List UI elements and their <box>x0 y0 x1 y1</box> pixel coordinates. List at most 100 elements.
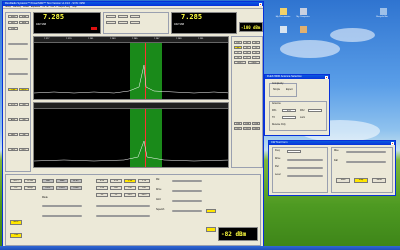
fall-slider[interactable] <box>346 161 386 163</box>
menu-cwx[interactable]: CW X <box>50 6 56 8</box>
drive-level-slider[interactable] <box>172 190 202 192</box>
sr-button[interactable]: SR <box>19 133 29 136</box>
dx-button[interactable]: DX <box>10 186 22 190</box>
filter-250-button[interactable]: 250 <box>124 186 136 190</box>
band-10-button[interactable]: 10 <box>234 56 242 59</box>
agc-slider[interactable] <box>8 58 28 60</box>
menu-memory[interactable]: Memory <box>13 6 21 8</box>
filter-50-button[interactable]: 50 <box>96 193 108 197</box>
recycle-bin-icon[interactable] <box>380 8 387 15</box>
band-160-button[interactable]: 160 <box>234 41 242 44</box>
band-60-button[interactable]: 60 <box>252 41 260 44</box>
mode-cwl-button[interactable]: CWL <box>234 127 242 130</box>
play-button[interactable]: Play <box>8 27 18 30</box>
menu-equalizer[interactable]: Equalizer <box>31 6 41 8</box>
vox-button[interactable]: VOX <box>8 103 18 106</box>
mox-button[interactable]: MOX <box>19 88 29 91</box>
mode-digl-button[interactable]: DIGL <box>42 186 54 190</box>
mut-button[interactable]: MUT <box>19 148 29 151</box>
band-30-button[interactable]: 30 <box>243 46 251 49</box>
nr-button[interactable]: NR <box>19 103 29 106</box>
sleep-button[interactable]: Sleep <box>24 186 36 190</box>
mode-sam-button[interactable]: SAM <box>56 179 68 183</box>
band-40-button[interactable]: 40 <box>234 46 242 49</box>
powersdr-icon[interactable] <box>300 26 307 33</box>
cw-send-button[interactable]: Send <box>372 178 386 183</box>
freq-input[interactable] <box>287 150 301 153</box>
menu-report-bug[interactable]: Report Bug <box>58 6 70 8</box>
mode-fmn-button[interactable]: FMN <box>252 127 260 130</box>
stop-button[interactable]: Stop <box>19 15 29 18</box>
cw-level-slider[interactable] <box>287 175 323 177</box>
band-17-button[interactable]: 17 <box>234 51 242 54</box>
mode-cwu-button[interactable]: CWU <box>243 127 251 130</box>
close-icon[interactable] <box>259 2 262 6</box>
mic-slider[interactable] <box>42 205 82 207</box>
filter-2k6-button[interactable]: 2.6k <box>124 179 136 183</box>
band-6-button[interactable]: 6 <box>243 56 251 59</box>
cw-start-button[interactable]: Start <box>336 178 350 183</box>
split-button[interactable]: SPLT <box>10 179 22 183</box>
anf-button[interactable]: ANF <box>8 118 18 121</box>
mox-bottom-button[interactable]: MOX <box>10 220 22 225</box>
nb2-button[interactable]: NB2 <box>8 133 18 136</box>
band-2-button[interactable]: 2 <box>252 56 260 59</box>
mode-spec-button[interactable]: SPEC <box>70 179 82 183</box>
menu-setup[interactable]: Setup <box>5 6 11 8</box>
menu-xvtr[interactable]: XVTR <box>42 6 48 8</box>
filter-shift-slider[interactable] <box>96 215 150 217</box>
band-20-button[interactable]: 20 <box>252 46 260 49</box>
mode-am-button[interactable]: AM <box>42 179 54 183</box>
squelch-slider[interactable] <box>172 210 202 212</box>
rx1-antenna-select[interactable]: RX1 <box>282 109 296 112</box>
mode-usb-button[interactable]: USB <box>243 122 251 125</box>
af-slider[interactable] <box>8 43 28 45</box>
agc-level-slider[interactable] <box>172 200 202 202</box>
vfo-swap-button[interactable] <box>118 15 128 18</box>
expert-option[interactable]: Expert <box>286 89 293 91</box>
band-80-button[interactable]: 80 <box>243 41 251 44</box>
band-gen-button[interactable]: GEN <box>248 61 260 64</box>
rx2-antenna-select[interactable] <box>308 109 322 112</box>
cw-drive-slider[interactable] <box>287 159 323 161</box>
my-documents-icon[interactable] <box>280 8 287 15</box>
cpdr-button[interactable]: CPDR <box>24 179 36 183</box>
cw-pwr-slider[interactable] <box>287 167 323 169</box>
panadapter-top[interactable]: 7.277 7.279 7.281 7.283 7.285 7.287 7.28… <box>33 36 229 100</box>
filter-25-button[interactable]: 25 <box>110 193 122 197</box>
nb-button[interactable]: NB <box>19 118 29 121</box>
drive-bottom-slider[interactable] <box>42 215 82 217</box>
vfo-b-display[interactable]: 7.285 40M SSB <box>171 12 237 34</box>
rec-button[interactable]: Rec <box>8 21 18 24</box>
filter-500-button[interactable]: 500 <box>110 186 122 190</box>
vfo-lock-button[interactable] <box>130 15 140 18</box>
mode-drm-button[interactable]: DRM <box>70 186 82 190</box>
filter-var2-button[interactable]: Var 2 <box>138 193 150 197</box>
tx-antenna-select[interactable] <box>282 116 296 119</box>
simple-option[interactable]: Simple <box>273 89 280 91</box>
vfo-a-display[interactable]: 7.285 40M SSB <box>33 12 101 34</box>
mon-button[interactable]: Mon <box>19 21 29 24</box>
close-icon[interactable] <box>325 75 328 79</box>
mic-gain-slider[interactable] <box>172 180 202 182</box>
band-15-button[interactable]: 15 <box>243 51 251 54</box>
tune-step-button[interactable] <box>106 21 116 24</box>
filter-var1-button[interactable]: Var 1 <box>124 193 136 197</box>
filter-4k-button[interactable]: 4.0k <box>110 179 122 183</box>
menu-help[interactable]: Help <box>72 6 77 8</box>
panadapter-bottom[interactable] <box>33 102 229 168</box>
rit-button[interactable] <box>118 21 128 24</box>
start-button[interactable]: Start <box>8 15 18 18</box>
bin-button[interactable]: BIN <box>8 148 18 151</box>
band-12-button[interactable]: 12 <box>252 51 260 54</box>
close-icon[interactable] <box>391 141 394 145</box>
filter-6k-button[interactable]: 6.0k <box>96 179 108 183</box>
meter-toggle[interactable] <box>206 227 216 232</box>
my-computer-icon[interactable] <box>300 8 307 15</box>
tun-button[interactable]: TUN <box>8 88 18 91</box>
tun-bottom-button[interactable]: TUN <box>10 233 22 238</box>
squelch-toggle[interactable] <box>206 209 216 213</box>
drive-slider[interactable] <box>8 73 28 75</box>
filter-width-slider[interactable] <box>96 205 150 207</box>
mode-dsb-button[interactable]: DSB <box>252 122 260 125</box>
